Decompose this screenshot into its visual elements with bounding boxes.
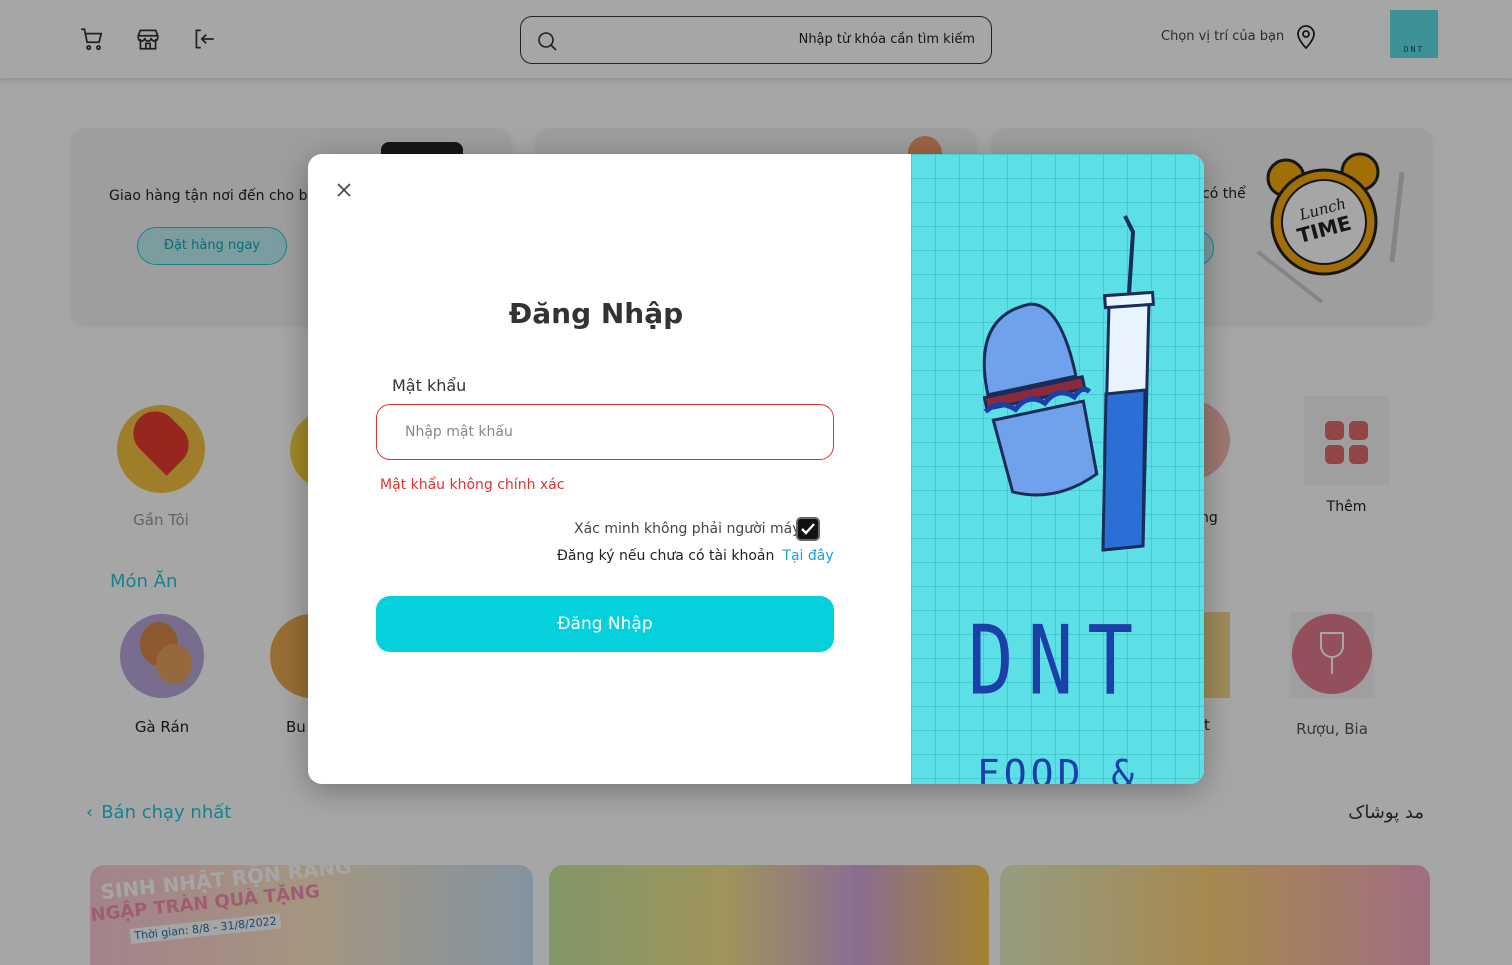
login-form-panel: Đăng Nhập Mật khẩu Mật khẩu không chính … [308,154,911,784]
login-submit-button[interactable]: Đăng Nhập [376,596,834,652]
brand-name: DNT [967,604,1148,717]
login-modal: Đăng Nhập Mật khẩu Mật khẩu không chính … [308,154,1204,784]
password-label: Mật khẩu [392,376,467,395]
check-icon [801,523,815,535]
register-text: Đăng ký nếu chưa có tài khoản [557,548,775,564]
register-row: Đăng ký nếu chưa có tài khoản Tại đây [557,548,834,564]
register-link[interactable]: Tại đây [782,548,833,564]
password-field[interactable] [376,404,834,460]
brand-panel: DNT FOOD & DRINK [911,154,1204,784]
captcha-checkbox[interactable] [796,517,820,541]
close-icon[interactable] [332,178,356,202]
password-error: Mật khẩu không chính xác [380,477,565,493]
captcha-label: Xác minh không phải người máy [574,521,801,537]
brand-tagline: FOOD & DRINK [976,752,1139,784]
login-title: Đăng Nhập [508,297,684,330]
